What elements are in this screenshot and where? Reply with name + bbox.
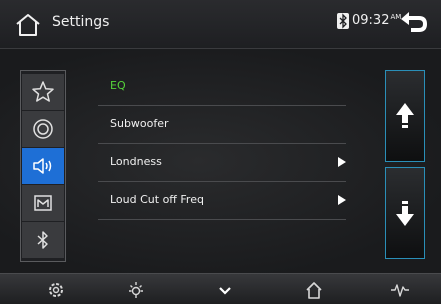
- page-title: Settings: [52, 14, 110, 30]
- menu-item-label: Subwoofer: [110, 117, 169, 130]
- arrow-down-icon: [396, 201, 414, 226]
- speaker-volume-icon: [33, 158, 52, 174]
- disc-icon: [33, 119, 53, 139]
- tab-favorites[interactable]: [22, 74, 64, 110]
- clock-time: 09:32: [352, 13, 390, 28]
- tab-mode[interactable]: [22, 185, 64, 221]
- menu-item-loud-cut-off-freq[interactable]: Loud Cut off Freq: [98, 182, 346, 220]
- scroll-up-button[interactable]: [385, 70, 425, 162]
- menu-item-eq[interactable]: EQ: [98, 68, 346, 106]
- home-icon[interactable]: [14, 12, 42, 38]
- bottom-toolbar: [0, 273, 441, 304]
- header-bar: Settings 09:32AM: [0, 0, 441, 49]
- menu-item-londness[interactable]: Londness: [98, 144, 346, 182]
- brightness-icon[interactable]: [127, 281, 145, 299]
- menu-item-label: EQ: [110, 79, 126, 92]
- arrow-up-icon: [396, 103, 414, 128]
- bluetooth-status-icon: [337, 13, 349, 29]
- scroll-down-button[interactable]: [385, 167, 425, 259]
- chevron-right-icon: [338, 157, 346, 167]
- category-tab-panel: [20, 70, 66, 262]
- tab-audio[interactable]: [22, 148, 64, 184]
- tab-disc[interactable]: [22, 111, 64, 147]
- menu-item-label: Londness: [110, 155, 162, 168]
- chevron-right-icon: [338, 195, 346, 205]
- clock: 09:32AM: [352, 13, 401, 28]
- gear-icon[interactable]: [47, 281, 65, 299]
- mode-logo-icon: [34, 195, 52, 211]
- home-icon[interactable]: [305, 281, 323, 299]
- star-icon: [32, 81, 54, 102]
- bluetooth-icon: [37, 231, 48, 249]
- tab-bluetooth[interactable]: [22, 222, 64, 258]
- waveform-icon[interactable]: [391, 281, 409, 299]
- back-icon[interactable]: [397, 10, 429, 34]
- chevron-down-icon[interactable]: [216, 281, 234, 299]
- menu-item-label: Loud Cut off Freq: [110, 193, 204, 206]
- menu-item-subwoofer[interactable]: Subwoofer: [98, 106, 346, 144]
